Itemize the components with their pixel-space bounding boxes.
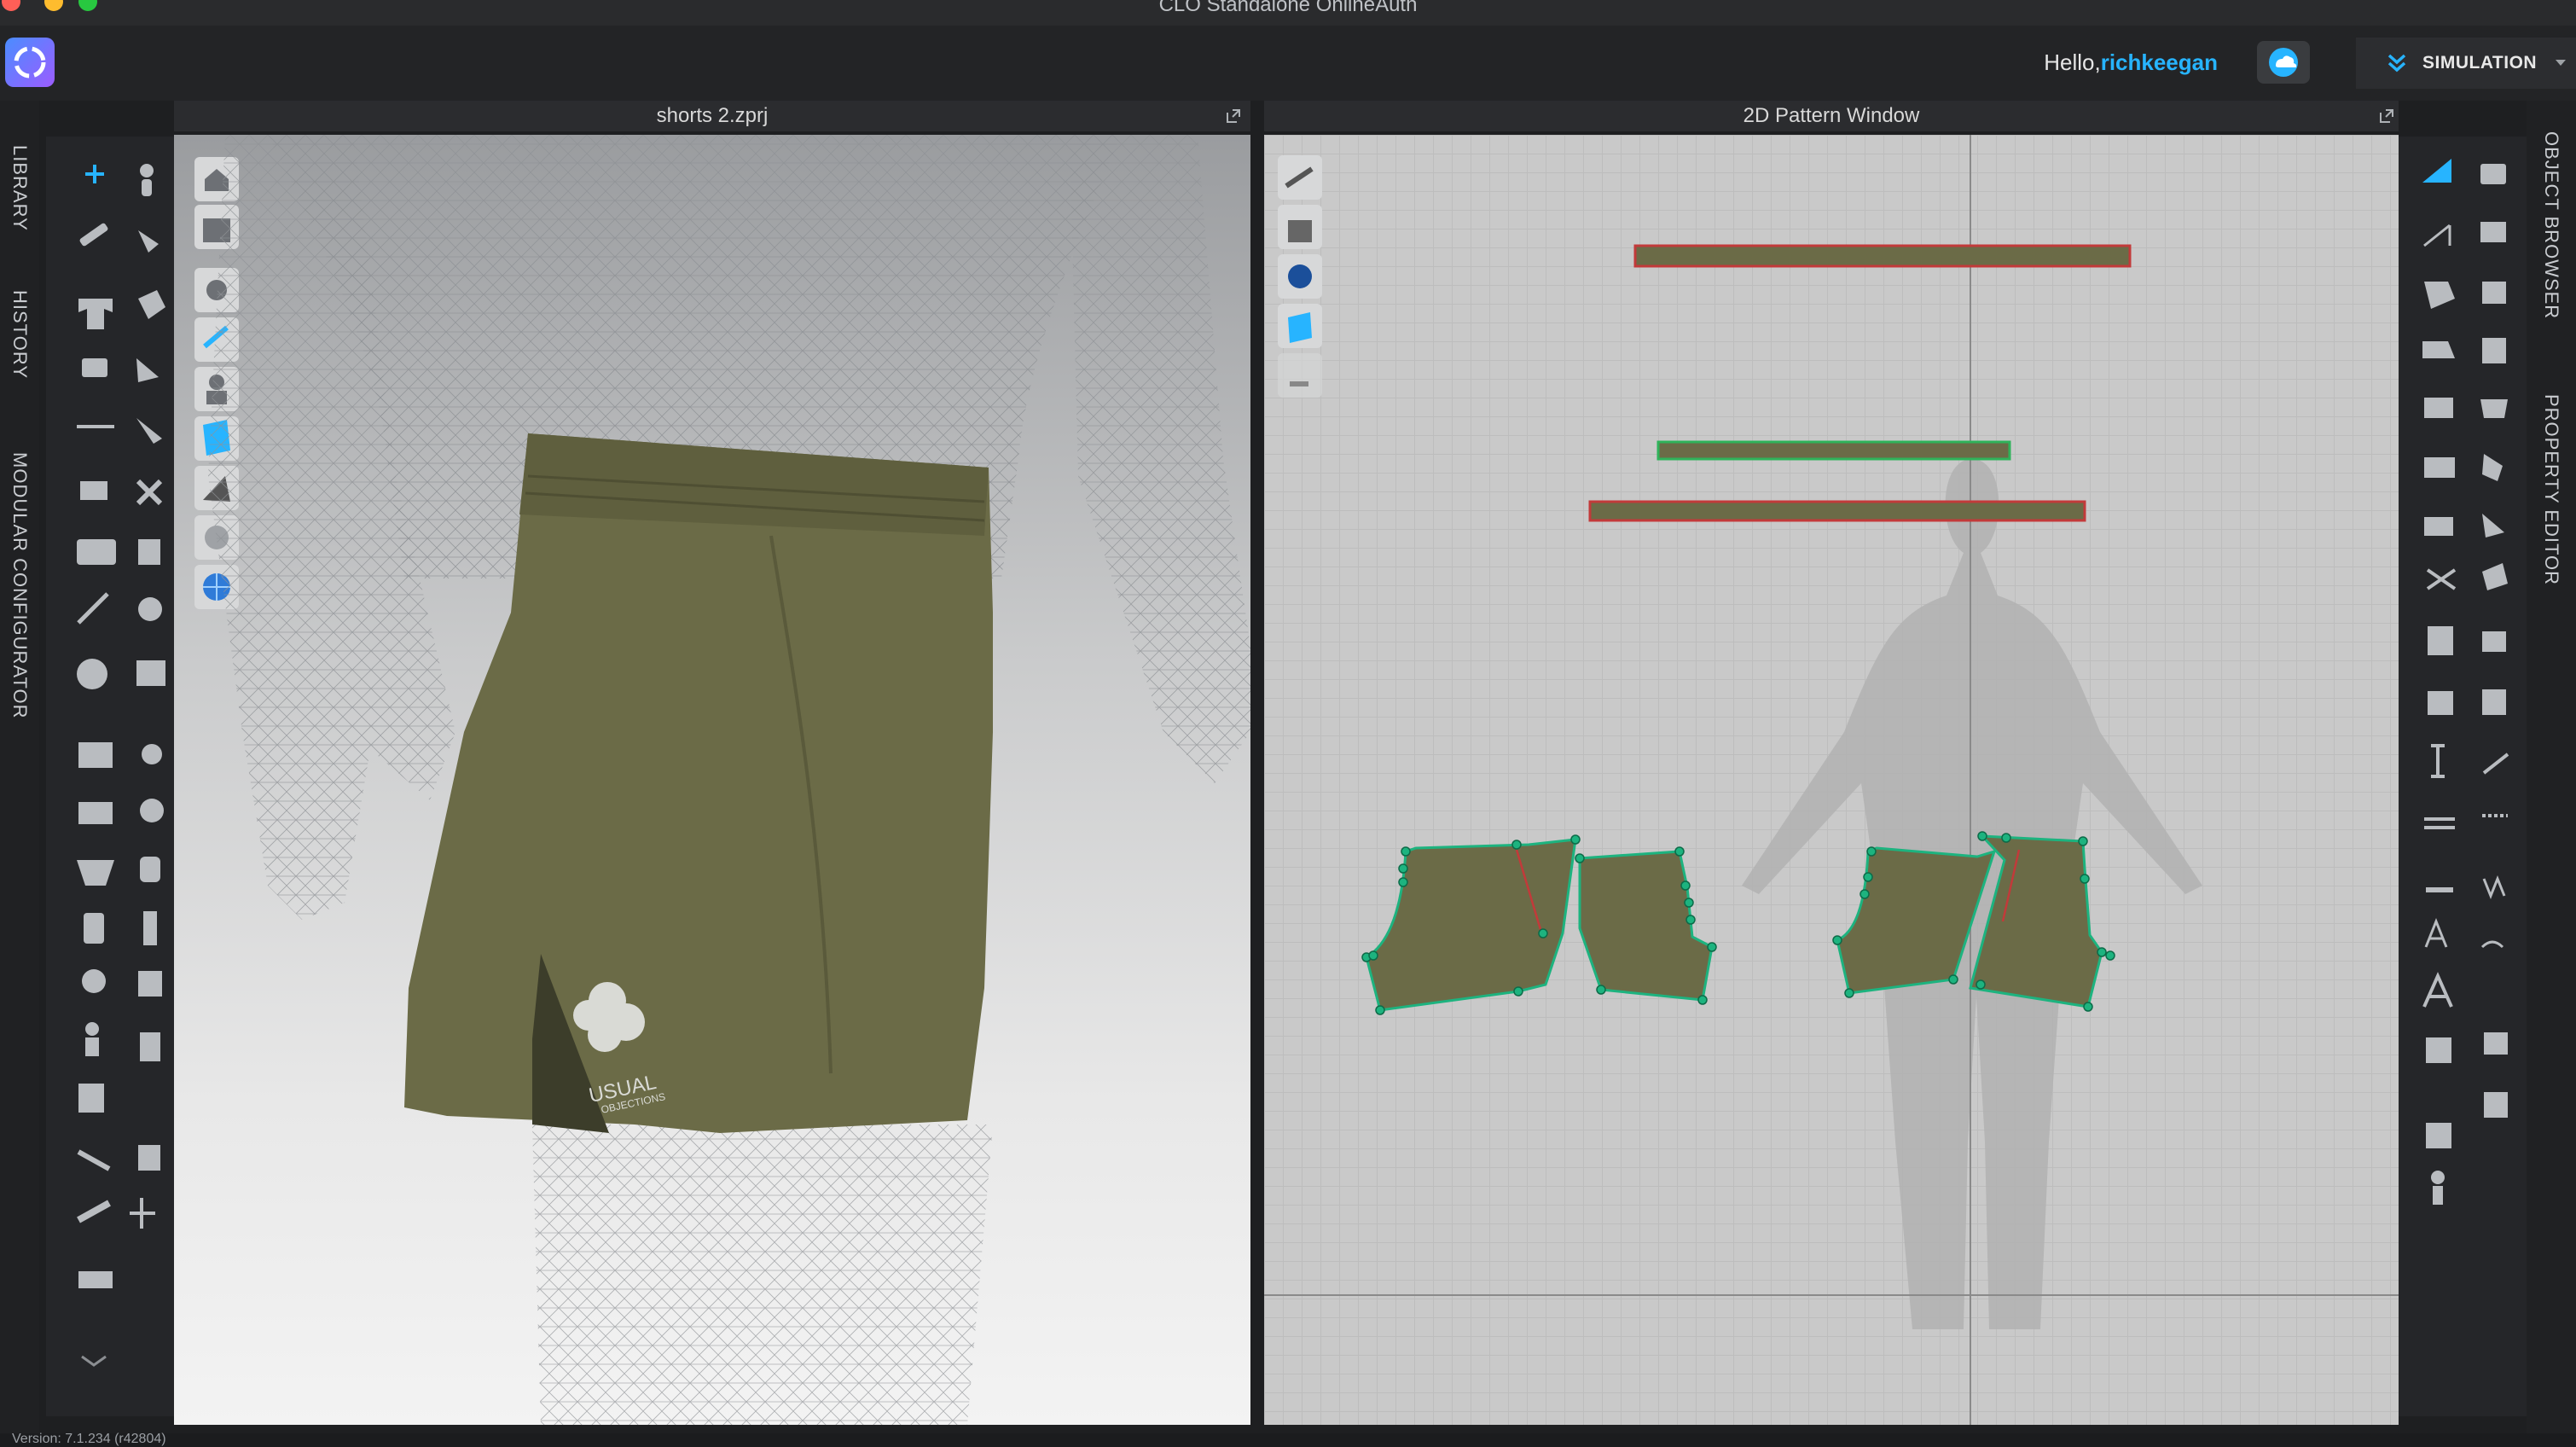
tab-object-browser[interactable]: OBJECT BROWSER — [2540, 131, 2562, 319]
caret-down-icon — [2556, 60, 2566, 66]
tab-history[interactable]: HISTORY — [9, 290, 31, 379]
chevron-double-down-icon — [2387, 54, 2406, 73]
3d-garment-viewport[interactable]: USUAL OBJECTIONS — [174, 135, 1250, 1425]
tab-property-editor[interactable]: PROPERTY EDITOR — [2540, 394, 2562, 585]
2d-window-title: 2D Pattern Window — [1743, 104, 1920, 127]
3d-tool-icons — [77, 164, 165, 1367]
greeting: Hello,richkeegan — [2044, 49, 2218, 76]
popout-icon[interactable] — [1225, 108, 1242, 125]
username-link[interactable]: richkeegan — [2101, 49, 2218, 75]
window-title: CLO Standalone OnlineAuth — [1158, 0, 1418, 16]
2d-toolbar — [2399, 137, 2527, 1416]
greeting-prefix: Hello, — [2044, 49, 2101, 75]
tab-library[interactable]: LIBRARY — [9, 145, 31, 231]
title-bar: CLO Standalone OnlineAuth — [0, 0, 2576, 26]
mode-label: SIMULATION — [2422, 53, 2538, 73]
avatar-with-shorts — [208, 135, 1250, 1425]
3d-window-title: shorts 2.zprj — [656, 104, 769, 127]
2d-tool-icons — [2422, 159, 2509, 1205]
3d-window-title-bar: shorts 2.zprj — [174, 101, 1250, 131]
2d-window-title-bar: 2D Pattern Window — [1264, 101, 2399, 131]
clo-logo-icon[interactable] — [5, 38, 55, 87]
tab-modular-configurator[interactable]: MODULAR CONFIGURATOR — [9, 452, 31, 719]
popout-icon[interactable] — [2378, 108, 2395, 125]
mode-dropdown[interactable]: SIMULATION — [2356, 38, 2576, 89]
right-tab-strip: OBJECT BROWSER PROPERTY EDITOR — [2527, 101, 2576, 1433]
cloud-sync-button[interactable] — [2257, 41, 2310, 84]
pattern-pieces — [1264, 135, 2399, 1425]
cloud-icon — [2269, 48, 2298, 77]
version-label: Version: 7.1.234 (r42804) — [12, 1432, 166, 1446]
2d-pattern-canvas[interactable] — [1264, 135, 2399, 1425]
2d-display-tools[interactable] — [1278, 155, 1322, 411]
left-tab-strip: LIBRARY HISTORY MODULAR CONFIGURATOR — [0, 101, 39, 1433]
app-header: Hello,richkeegan SIMULATION — [0, 26, 2576, 101]
status-bar: Version: 7.1.234 (r42804) — [0, 1432, 2576, 1447]
3d-toolbar — [46, 137, 174, 1416]
